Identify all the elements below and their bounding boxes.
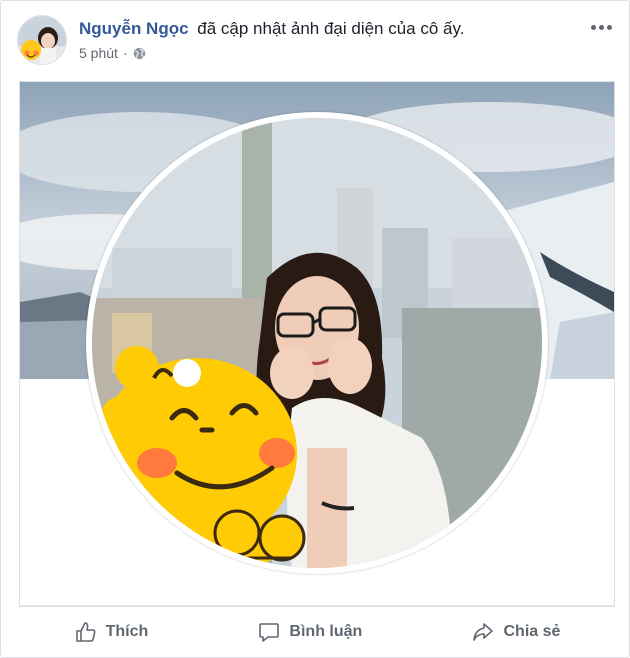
- meta-separator: ·: [122, 45, 128, 61]
- author-line: Nguyễn Ngọc đã cập nhật ảnh đại diện của…: [79, 19, 464, 39]
- comment-label: Bình luận: [289, 622, 363, 640]
- comment-button[interactable]: Bình luận: [241, 614, 378, 650]
- more-dot-icon: [606, 24, 612, 30]
- post-action-text: đã cập nhật ảnh đại diện của cô ấy.: [197, 19, 465, 38]
- share-arrow-icon: [473, 622, 494, 641]
- thumbs-up-icon: [75, 621, 96, 642]
- post-meta: 5 phút ·: [79, 45, 146, 61]
- more-dot-icon: [598, 24, 604, 30]
- profile-photo-image: [92, 118, 542, 568]
- post-actions-bar: Thích Bình luận Chia sẻ: [19, 605, 615, 657]
- post-timestamp[interactable]: 5 phút: [79, 45, 118, 61]
- post-card: Nguyễn Ngọc đã cập nhật ảnh đại diện của…: [0, 0, 630, 658]
- comment-icon: [259, 622, 280, 642]
- author-avatar-image: [18, 16, 66, 64]
- like-label: Thích: [105, 622, 149, 640]
- more-dot-icon: [590, 24, 596, 30]
- author-name-link[interactable]: Nguyễn Ngọc: [79, 19, 189, 38]
- post-header: Nguyễn Ngọc đã cập nhật ảnh đại diện của…: [17, 13, 617, 69]
- author-avatar[interactable]: [17, 15, 67, 65]
- share-button[interactable]: Chia sẻ: [455, 614, 576, 650]
- profile-photo[interactable]: [92, 118, 542, 568]
- profile-update-media[interactable]: [19, 81, 615, 607]
- like-button[interactable]: Thích: [58, 614, 165, 650]
- share-label: Chia sẻ: [503, 622, 561, 640]
- globe-icon[interactable]: [133, 47, 146, 60]
- more-options-button[interactable]: [589, 19, 613, 35]
